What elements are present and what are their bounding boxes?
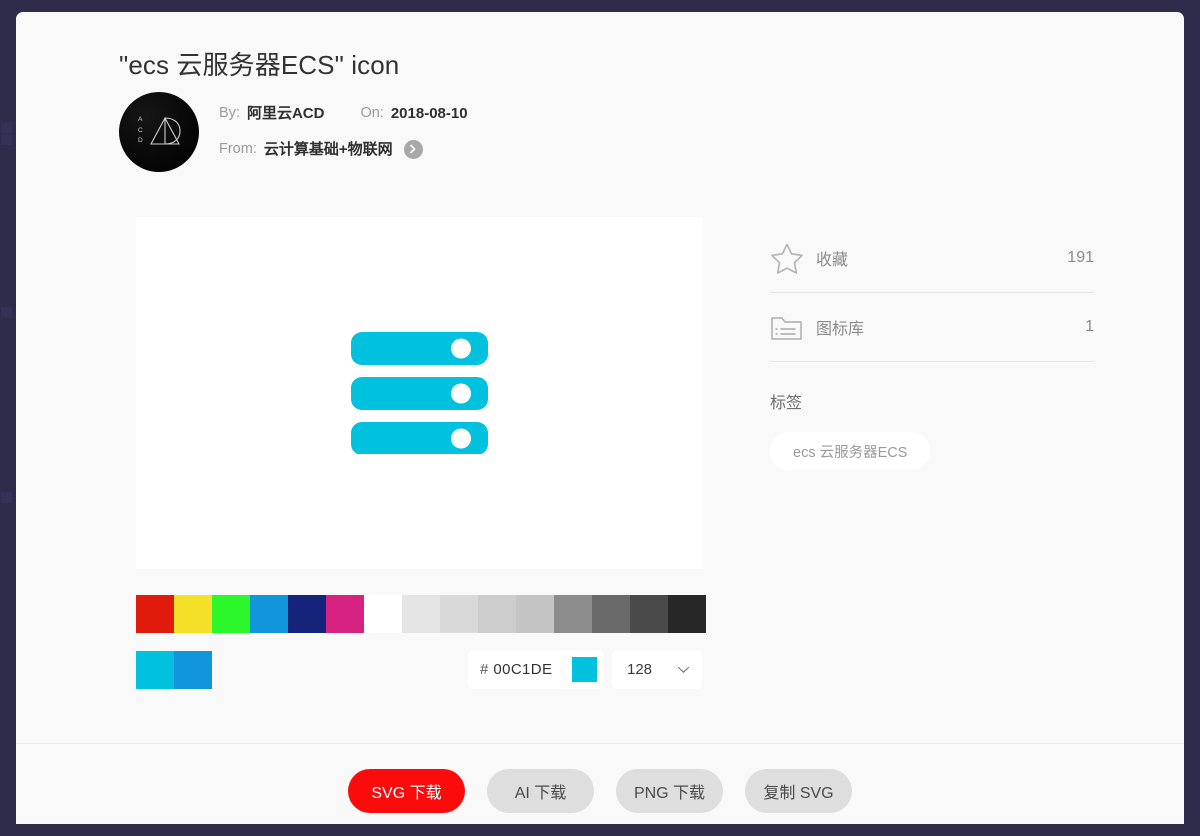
current-color-swatch[interactable]	[572, 657, 597, 682]
icon-detail-modal: "ecs 云服务器ECS" icon A C D By: 阿里云ACD On: …	[16, 12, 1184, 824]
source-collection-name[interactable]: 云计算基础+物联网	[264, 142, 393, 157]
palette-swatch-gray-2[interactable]	[440, 595, 478, 633]
author-name[interactable]: 阿里云ACD	[247, 106, 325, 121]
avatar[interactable]: A C D	[119, 92, 199, 172]
palette-swatch-gray-7[interactable]	[630, 595, 668, 633]
size-select-value: 128	[627, 661, 653, 678]
palette-swatch-gray-6[interactable]	[592, 595, 630, 633]
tags-section-title: 标签	[770, 395, 803, 412]
download-actions-footer: SVG 下载 AI 下载 PNG 下载 复制 SVG	[16, 769, 1184, 813]
hash-symbol: #	[480, 661, 489, 678]
icon-preview-card	[136, 217, 703, 569]
acd-monogram-logo-icon	[150, 116, 181, 145]
hex-color-input[interactable]: 00C1DE	[493, 661, 572, 678]
stat-row-favorites[interactable]: 收藏 191	[770, 224, 1094, 293]
from-label: From:	[219, 140, 257, 157]
avatar-letter-d: D	[138, 137, 143, 144]
tag-list: ecs 云服务器ECS	[770, 432, 1094, 470]
footer-divider	[16, 743, 1184, 744]
footer-button-3[interactable]: 复制 SVG	[745, 769, 852, 813]
tag-pill-0[interactable]: ecs 云服务器ECS	[770, 432, 931, 470]
author-meta-text: By: 阿里云ACD On: 2018-08-10 From: 云计算基础+物联…	[219, 106, 468, 159]
recent-color-swatch-0[interactable]	[136, 651, 174, 689]
color-palette[interactable]	[136, 595, 706, 633]
palette-swatch-bright-4[interactable]	[288, 595, 326, 633]
author-meta-row: A C D By: 阿里云ACD On: 2018-08-10 From: 云计…	[119, 92, 468, 172]
stat-label-icon-library: 图标库	[816, 321, 865, 338]
palette-swatch-bright-1[interactable]	[174, 595, 212, 633]
stat-row-icon-library[interactable]: 图标库 1	[770, 293, 1094, 362]
footer-button-1[interactable]: AI 下载	[487, 769, 594, 813]
avatar-letter-c: C	[138, 126, 143, 134]
on-label: On:	[360, 104, 384, 121]
palette-swatch-gray-1[interactable]	[402, 595, 440, 633]
palette-swatch-gray-5[interactable]	[554, 595, 592, 633]
palette-swatch-gray-3[interactable]	[478, 595, 516, 633]
server-rack-icon	[351, 332, 488, 454]
footer-button-0[interactable]: SVG 下载	[348, 769, 465, 813]
palette-swatch-gray-8[interactable]	[668, 595, 706, 633]
by-label: By:	[219, 104, 240, 121]
publish-date: 2018-08-10	[390, 104, 468, 122]
folder-list-icon	[770, 312, 804, 342]
palette-swatch-bright-3[interactable]	[250, 595, 288, 633]
avatar-letter-a: A	[138, 116, 143, 123]
backdrop-page-bleed	[0, 0, 16, 836]
author-line: By: 阿里云ACD On: 2018-08-10	[219, 106, 468, 121]
chevron-down-icon	[677, 666, 690, 673]
chevron-right-circle-icon[interactable]	[403, 139, 423, 159]
detail-sidebar: 收藏 191 图标库 1 标签 ecs 云服务器ECS	[770, 224, 1094, 470]
recent-colors-row[interactable]	[136, 651, 212, 689]
stat-count-favorites: 191	[1067, 249, 1094, 266]
footer-button-2[interactable]: PNG 下载	[616, 769, 723, 813]
recent-color-swatch-1[interactable]	[174, 651, 212, 689]
star-icon	[770, 242, 804, 275]
avatar-monogram-letters: A C D	[138, 116, 143, 145]
palette-swatch-gray-0[interactable]	[364, 595, 402, 633]
source-line: From: 云计算基础+物联网	[219, 139, 468, 159]
stat-count-icon-library: 1	[1085, 318, 1094, 335]
palette-swatch-bright-0[interactable]	[136, 595, 174, 633]
palette-swatch-bright-5[interactable]	[326, 595, 364, 633]
palette-swatch-bright-2[interactable]	[212, 595, 250, 633]
stat-label-favorites: 收藏	[816, 252, 849, 269]
size-select[interactable]: 128	[612, 650, 702, 689]
hex-color-field[interactable]: # 00C1DE	[468, 650, 604, 689]
palette-swatch-gray-4[interactable]	[516, 595, 554, 633]
page-title: "ecs 云服务器ECS" icon	[119, 50, 400, 80]
